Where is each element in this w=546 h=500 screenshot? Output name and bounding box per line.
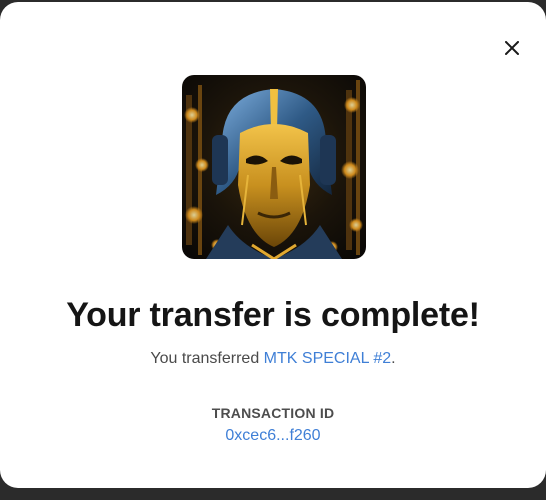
close-icon: [505, 41, 519, 55]
transaction-id-link[interactable]: 0xcec6...f260: [225, 427, 320, 444]
subtitle-prefix: You transferred: [150, 350, 264, 367]
transaction-id-label: TRANSACTION ID: [211, 405, 335, 421]
transfer-summary: You transferred MTK SPECIAL #2.: [0, 350, 546, 368]
subtitle-suffix: .: [391, 350, 396, 367]
close-button[interactable]: [500, 36, 524, 60]
item-name-link[interactable]: MTK SPECIAL #2: [264, 350, 391, 367]
nft-image: [182, 75, 366, 259]
nft-artwork: [182, 75, 366, 259]
page-title: Your transfer is complete!: [66, 296, 480, 334]
transfer-complete-dialog: Your transfer is complete! You transferr…: [0, 2, 546, 488]
